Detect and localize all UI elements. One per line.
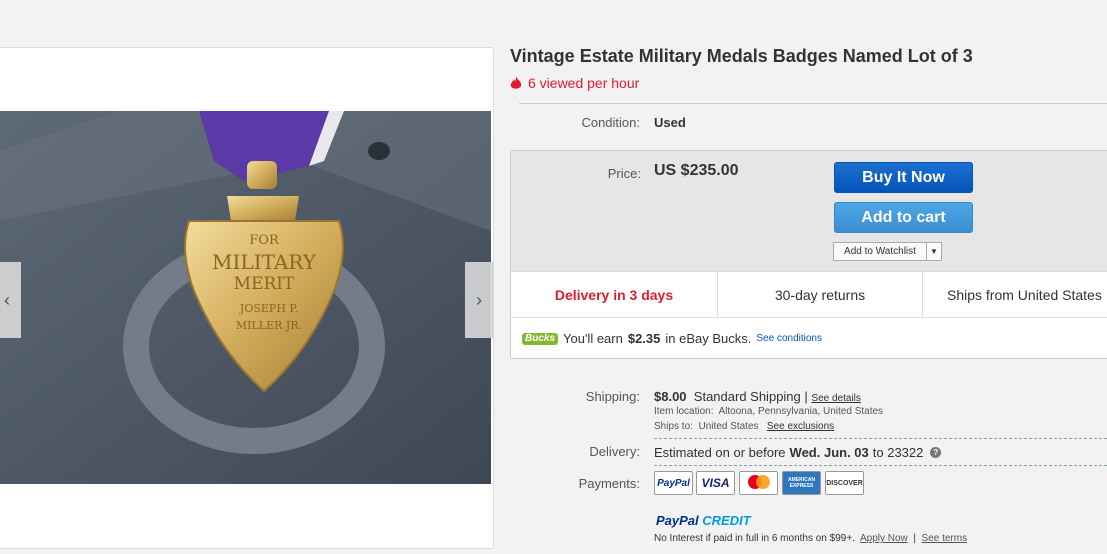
- condition-value: Used: [654, 115, 686, 130]
- item-location-label: Item location:: [654, 406, 714, 417]
- medal-text-name2: MILLER JR.: [236, 319, 302, 332]
- delivery-estimate: Estimated on or before Wed. Jun. 03 to 2…: [654, 445, 942, 460]
- add-to-watchlist-button[interactable]: Add to Watchlist ▼: [833, 242, 942, 261]
- bucks-text-post: in eBay Bucks.: [665, 331, 752, 346]
- shipping-divider: |: [804, 389, 808, 404]
- question-circle-icon[interactable]: ?: [930, 447, 942, 458]
- visa-payment-icon: VISA: [696, 471, 735, 495]
- medal-text-for: FOR: [249, 233, 280, 248]
- paypal-credit-terms: No Interest if paid in full in 6 months …: [654, 533, 967, 544]
- viewed-per-hour: 6 viewed per hour: [510, 75, 639, 91]
- delivery-text-pre: Estimated on or before: [654, 445, 786, 460]
- shipping-cost: $8.00: [654, 389, 687, 404]
- mastercard-logo: [747, 475, 770, 489]
- shipping-method: Standard Shipping: [693, 389, 801, 404]
- see-terms-link[interactable]: See terms: [922, 533, 968, 544]
- payments-label: Payments:: [578, 476, 640, 491]
- item-location-value: Altoona, Pennsylvania, United States: [718, 406, 884, 417]
- delivery-feature: Delivery in 3 days: [511, 271, 718, 318]
- credit-divider: |: [913, 533, 916, 544]
- returns-feature: 30-day returns: [718, 271, 923, 318]
- add-to-cart-button[interactable]: Add to cart: [834, 202, 973, 233]
- paypal-credit-word-b: CREDIT: [702, 513, 751, 528]
- ships-to-label: Ships to:: [654, 421, 693, 432]
- paypal-credit-word-a: PayPal: [656, 513, 699, 528]
- price-area: Price: US $235.00 Buy It Now Add to cart…: [511, 151, 1107, 271]
- ships-to-value: United States: [698, 421, 759, 432]
- viewed-text: 6 viewed per hour: [528, 75, 640, 91]
- paypal-credit-logo: PayPal CREDIT: [656, 513, 751, 528]
- ebay-bucks-row: Bucks You'll earn $2.35 in eBay Bucks. S…: [511, 317, 1107, 358]
- medal-text-merit: MERIT: [234, 274, 295, 294]
- bucks-badge: Bucks: [522, 332, 559, 345]
- delivery-date: Wed. Jun. 03: [789, 445, 869, 460]
- medal-photo: FOR MILITARY MERIT JOSEPH P. MILLER JR.: [0, 111, 491, 484]
- delivery-divider-line: [654, 465, 1107, 466]
- mastercard-payment-icon: [739, 471, 778, 495]
- title-divider: [519, 103, 1107, 104]
- shipping-label: Shipping:: [585, 389, 640, 404]
- medal-text-military: MILITARY: [212, 250, 317, 274]
- delivery-text-post: to 23322: [872, 445, 924, 460]
- flame-icon: [510, 76, 522, 89]
- previous-image-button[interactable]: ‹: [0, 262, 21, 338]
- discover-payment-icon: DISCOVER: [825, 471, 864, 495]
- see-details-link[interactable]: See details: [811, 393, 860, 404]
- apply-now-link[interactable]: Apply Now: [860, 533, 908, 544]
- shipping-divider-line: [654, 438, 1107, 439]
- ships-from-feature: Ships from United States: [923, 271, 1107, 318]
- condition-label: Condition:: [581, 115, 640, 130]
- item-location: Item location: Altoona, Pennsylvania, Un…: [654, 406, 883, 417]
- image-gallery: FOR MILITARY MERIT JOSEPH P. MILLER JR. …: [0, 47, 494, 549]
- watchlist-label[interactable]: Add to Watchlist: [834, 243, 927, 260]
- chevron-down-icon[interactable]: ▼: [927, 243, 941, 260]
- price-value: US $235.00: [654, 162, 739, 179]
- see-exclusions-link[interactable]: See exclusions: [767, 421, 834, 432]
- delivery-label: Delivery:: [589, 444, 640, 459]
- buy-it-now-button[interactable]: Buy It Now: [834, 162, 973, 193]
- main-product-image[interactable]: FOR MILITARY MERIT JOSEPH P. MILLER JR.: [0, 111, 491, 484]
- amex-payment-icon: AMERICAN EXPRESS: [782, 471, 821, 495]
- medal-text-name: JOSEPH P.: [239, 302, 298, 315]
- bucks-text-pre: You'll earn: [563, 331, 623, 346]
- paypal-payment-icon: PayPal: [654, 471, 693, 495]
- see-conditions-link[interactable]: See conditions: [756, 333, 822, 344]
- price-label: Price:: [607, 166, 641, 181]
- credit-text: No Interest if paid in full in 6 months …: [654, 533, 855, 544]
- listing-title: Vintage Estate Military Medals Badges Na…: [510, 46, 973, 66]
- ships-to: Ships to: United States See exclusions: [654, 421, 834, 432]
- shipping-info: $8.00 Standard Shipping | See details: [654, 389, 861, 404]
- buy-box: Price: US $235.00 Buy It Now Add to cart…: [510, 150, 1107, 359]
- next-image-button[interactable]: ›: [465, 262, 493, 338]
- bucks-amount: $2.35: [627, 331, 661, 346]
